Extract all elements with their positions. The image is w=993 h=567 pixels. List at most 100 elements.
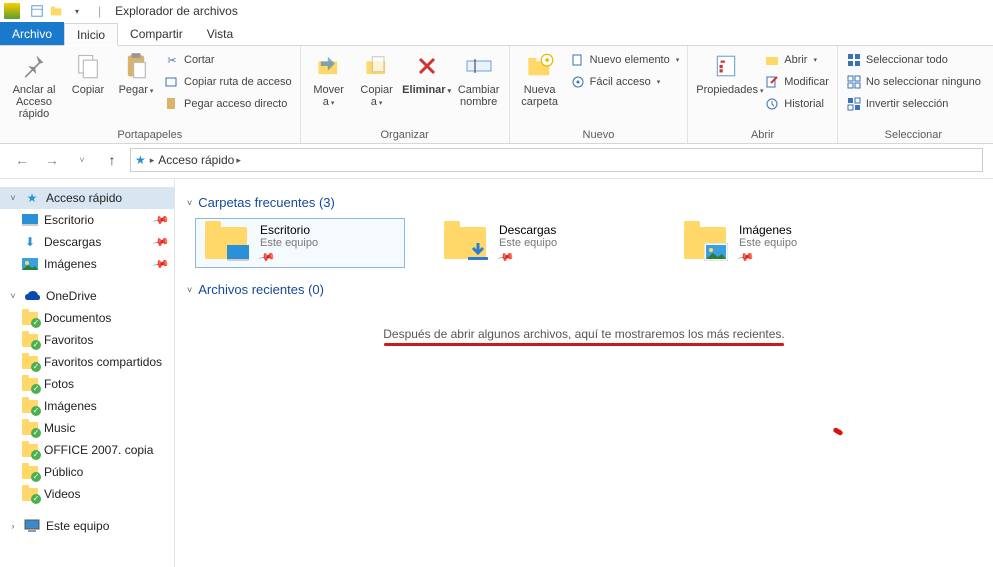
chevron-down-icon[interactable]: ˅: [8, 193, 18, 203]
sidebar-item-onedrive[interactable]: ˅ OneDrive: [0, 285, 174, 307]
folder-icon: [22, 354, 38, 370]
ribbon-group-organize: Mover a▾ Copiar a▾ Eliminar▾ Cambiar nom…: [301, 46, 510, 143]
select-none-button[interactable]: No seleccionar ninguno: [844, 72, 983, 92]
annotation-dot: [832, 427, 843, 436]
sidebar-item-onedrive-child[interactable]: Público: [0, 461, 174, 483]
nav-back-button[interactable]: ←: [10, 148, 34, 172]
folder-icon: [22, 310, 38, 326]
folder-icon: [441, 219, 489, 267]
move-to-icon: [313, 50, 345, 82]
qat-customize-icon[interactable]: ▾: [68, 2, 86, 20]
sidebar-item-quickaccess[interactable]: ˅ ★ Acceso rápido: [0, 187, 174, 209]
invert-selection-button[interactable]: Invertir selección: [844, 94, 983, 114]
sidebar-item-label: Descargas: [44, 235, 101, 249]
sidebar-item-onedrive-child[interactable]: Favoritos: [0, 329, 174, 351]
sidebar-item-onedrive-child[interactable]: Documentos: [0, 307, 174, 329]
window-title: Explorador de archivos: [109, 4, 238, 18]
section-frequent: ˅ Carpetas frecuentes (3) EscritorioEste…: [187, 191, 981, 268]
sidebar-item-label: Público: [44, 465, 83, 479]
content-pane: ˅ Carpetas frecuentes (3) EscritorioEste…: [175, 179, 993, 567]
annotation-underline: [384, 343, 784, 346]
pictures-icon: [22, 256, 38, 272]
frequent-card-pictures[interactable]: ImágenesEste equipo📌: [675, 218, 885, 268]
breadcrumb-root[interactable]: Acceso rápido ▸: [158, 153, 241, 167]
paste-button[interactable]: Pegar▾: [112, 48, 160, 100]
sidebar-item-pictures[interactable]: Imágenes 📌: [0, 253, 174, 275]
ribbon-tabs: Archivo Inicio Compartir Vista: [0, 22, 993, 46]
tab-home[interactable]: Inicio: [64, 23, 118, 46]
open-button[interactable]: Abrir▾: [762, 50, 831, 70]
section-recent-label: Archivos recientes (0): [198, 282, 324, 297]
sidebar-item-downloads[interactable]: ⬇ Descargas 📌: [0, 231, 174, 253]
chevron-down-icon[interactable]: ˅: [8, 291, 18, 301]
sidebar-item-label: Imágenes: [44, 257, 97, 271]
section-recent-header[interactable]: ˅ Archivos recientes (0): [187, 278, 981, 301]
edit-button[interactable]: Modificar: [762, 72, 831, 92]
sidebar-item-desktop[interactable]: Escritorio 📌: [0, 209, 174, 231]
rename-label: Cambiar nombre: [455, 84, 503, 108]
sidebar-item-label: OFFICE 2007. copia: [44, 443, 153, 457]
cut-button[interactable]: ✂Cortar: [162, 50, 294, 70]
cut-label: Cortar: [184, 54, 215, 66]
open-label: Abrir: [784, 54, 807, 66]
delete-label: Eliminar: [402, 84, 445, 96]
nav-forward-button[interactable]: →: [40, 148, 64, 172]
pin-icon: [18, 50, 50, 82]
edit-icon: [764, 74, 780, 90]
section-recent: ˅ Archivos recientes (0) Después de abri…: [187, 278, 981, 346]
sidebar-item-onedrive-child[interactable]: Imágenes: [0, 395, 174, 417]
copy-button[interactable]: Copiar: [64, 48, 112, 98]
address-bar[interactable]: ★ ▸ Acceso rápido ▸: [130, 148, 983, 172]
nav-up-button[interactable]: ↑: [100, 148, 124, 172]
card-title: Descargas: [499, 223, 557, 237]
select-all-button[interactable]: Seleccionar todo: [844, 50, 983, 70]
properties-button[interactable]: Propiedades▾: [692, 48, 760, 100]
ribbon-group-clipboard: Anclar al Acceso rápido Copiar Pegar▾ ✂C…: [0, 46, 301, 143]
pin-icon: 📌: [152, 233, 171, 252]
chevron-right-icon[interactable]: ›: [8, 521, 18, 531]
new-folder-button[interactable]: ✦ Nueva carpeta: [514, 48, 566, 110]
copy-label: Copiar: [72, 84, 104, 96]
paste-shortcut-button[interactable]: Pegar acceso directo: [162, 94, 294, 114]
frequent-card-downloads[interactable]: DescargasEste equipo📌: [435, 218, 645, 268]
sidebar-item-onedrive-child[interactable]: OFFICE 2007. copia: [0, 439, 174, 461]
folder-icon: [22, 420, 38, 436]
invert-label: Invertir selección: [866, 98, 949, 110]
downloads-icon: ⬇: [22, 234, 38, 250]
pin-icon: 📌: [152, 255, 171, 274]
chevron-right-icon[interactable]: ▸: [236, 155, 241, 166]
ribbon: Anclar al Acceso rápido Copiar Pegar▾ ✂C…: [0, 46, 993, 144]
copy-to-button[interactable]: Copiar a▾: [353, 48, 401, 112]
copy-path-button[interactable]: Copiar ruta de acceso: [162, 72, 294, 92]
qat-properties-icon[interactable]: [28, 2, 46, 20]
sidebar-item-onedrive-child[interactable]: Music: [0, 417, 174, 439]
copy-icon: [72, 50, 104, 82]
folder-icon: [22, 486, 38, 502]
chevron-right-icon[interactable]: ▸: [150, 155, 155, 166]
properties-label: Propiedades: [696, 84, 758, 96]
sidebar-item-thispc[interactable]: › Este equipo: [0, 515, 174, 537]
rename-button[interactable]: Cambiar nombre: [453, 48, 505, 110]
tab-file[interactable]: Archivo: [0, 22, 64, 45]
sidebar-item-label: Fotos: [44, 377, 74, 391]
frequent-card-desktop[interactable]: EscritorioEste equipo📌: [195, 218, 405, 268]
pin-quickaccess-label: Anclar al Acceso rápido: [6, 84, 62, 120]
tab-view[interactable]: Vista: [195, 22, 245, 45]
tab-share[interactable]: Compartir: [118, 22, 195, 45]
pin-quickaccess-button[interactable]: Anclar al Acceso rápido: [4, 48, 64, 122]
move-to-button[interactable]: Mover a▾: [305, 48, 353, 112]
nav-recent-dropdown[interactable]: ˅: [70, 148, 94, 172]
sidebar-item-label: Favoritos compartidos: [44, 355, 162, 369]
easy-access-button[interactable]: Fácil acceso▾: [568, 72, 682, 92]
section-frequent-header[interactable]: ˅ Carpetas frecuentes (3): [187, 191, 981, 214]
chevron-down-icon: ˅: [187, 198, 192, 208]
sidebar-item-onedrive-child[interactable]: Videos: [0, 483, 174, 505]
sidebar-item-onedrive-child[interactable]: Favoritos compartidos: [0, 351, 174, 373]
history-button[interactable]: Historial: [762, 94, 831, 114]
recent-empty-message: Después de abrir algunos archivos, aquí …: [187, 327, 981, 346]
paste-shortcut-label: Pegar acceso directo: [184, 98, 287, 110]
qat-newfolder-icon[interactable]: [48, 2, 66, 20]
new-item-button[interactable]: Nuevo elemento▾: [568, 50, 682, 70]
sidebar-item-onedrive-child[interactable]: Fotos: [0, 373, 174, 395]
delete-button[interactable]: Eliminar▾: [401, 48, 453, 100]
